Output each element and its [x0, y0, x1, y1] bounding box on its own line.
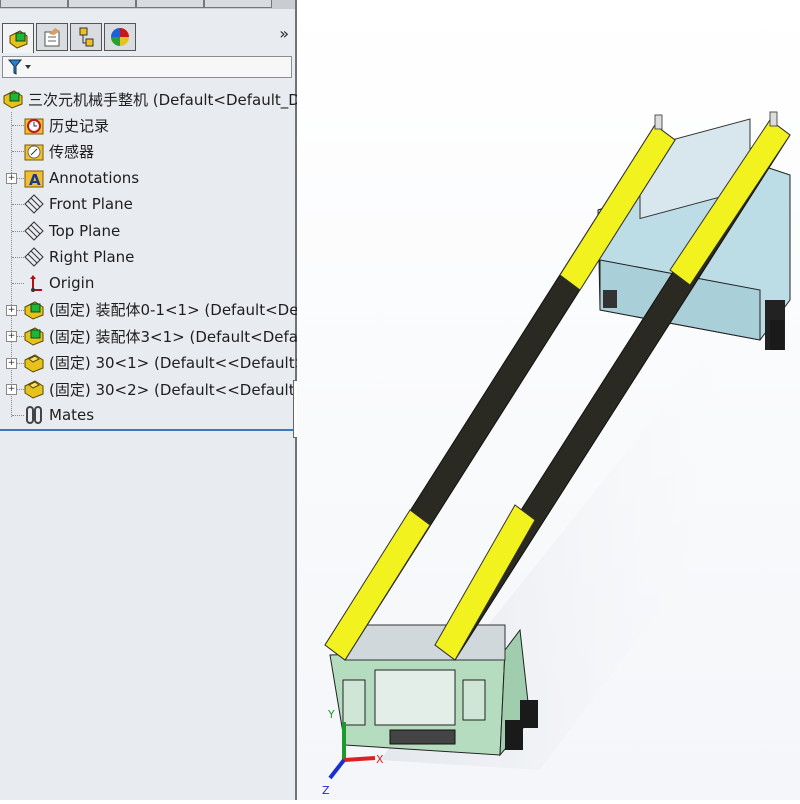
tree-root-label: 三次元机械手整机 (Default<Default_Dis — [28, 90, 312, 109]
tab-property-manager[interactable] — [36, 23, 68, 51]
tab-display-manager[interactable] — [104, 23, 136, 51]
tree-item-label: Right Plane — [49, 248, 135, 266]
graphics-viewport[interactable]: Y X Z — [297, 0, 800, 800]
tree-item[interactable]: 历史记录 — [23, 113, 109, 137]
tree-item-label: (固定) 30<1> (Default<<Default>_ — [49, 354, 315, 373]
z-axis-label: Z — [322, 784, 330, 797]
tree-item[interactable]: (固定) 装配体0-1<1> (Default<Defa — [23, 298, 313, 322]
tree-item[interactable]: Right Plane — [23, 245, 134, 269]
expand-toggle[interactable]: + — [6, 172, 17, 184]
x-axis-label: X — [376, 753, 384, 766]
tab-configuration-manager[interactable] — [70, 23, 102, 51]
tree-item[interactable]: (固定) 装配体3<1> (Default<Defaul — [23, 324, 312, 348]
tree-item[interactable]: Mates — [23, 403, 94, 427]
origin-icon — [23, 272, 45, 294]
plane-icon — [23, 220, 45, 242]
tree-item-label: (固定) 装配体3<1> (Default<Defaul — [49, 327, 312, 346]
top-tab[interactable] — [204, 0, 272, 8]
assembly-icon — [9, 29, 28, 49]
subassembly-icon — [23, 325, 45, 347]
feature-manager-panel: » 三次元机械手整机 (Default<Default_Dis 历史记录传感器 +… — [0, 0, 315, 800]
top-tab[interactable] — [68, 0, 136, 8]
tree-item-label: 传感器 — [49, 142, 95, 161]
part-icon — [23, 378, 45, 400]
svg-text:A: A — [29, 171, 41, 189]
y-axis-label: Y — [327, 708, 335, 721]
configuration-icon — [79, 27, 94, 47]
plane-icon — [23, 193, 45, 215]
tree-item-label: (固定) 30<2> (Default<<Default>_ — [49, 380, 315, 399]
appearance-icon — [111, 28, 129, 46]
expand-toggle[interactable]: + — [6, 304, 17, 316]
mates-icon — [23, 404, 45, 426]
tree-item-label: Origin — [49, 274, 95, 293]
tree-item-label: Front Plane — [49, 195, 133, 214]
top-tab-strip — [0, 0, 295, 9]
tree-item[interactable]: 传感器 — [23, 139, 94, 163]
tree-root[interactable]: 三次元机械手整机 (Default<Default_Dis — [2, 87, 312, 111]
tree-item[interactable]: A Annotations — [23, 166, 139, 190]
funnel-icon[interactable] — [7, 57, 37, 77]
expand-toggle[interactable]: + — [6, 331, 17, 343]
tree-item-label: Annotations — [49, 168, 140, 187]
tree-item[interactable]: (固定) 30<2> (Default<<Default>_ — [23, 377, 315, 401]
tree-separator — [0, 429, 295, 431]
manager-tabs: » — [0, 18, 295, 53]
tree-item[interactable]: (固定) 30<1> (Default<<Default>_ — [23, 351, 315, 375]
assembly-model[interactable]: Y X Z — [297, 0, 800, 800]
top-tab[interactable] — [0, 0, 68, 8]
tree-connector — [11, 112, 12, 417]
tab-feature-manager[interactable] — [2, 23, 34, 53]
top-tab[interactable] — [136, 0, 204, 8]
x-axis-arrow — [343, 756, 376, 762]
history-icon — [23, 114, 45, 136]
tree-item-label: 历史记录 — [49, 116, 110, 135]
subassembly-icon — [23, 299, 45, 321]
property-icon — [44, 28, 60, 47]
expand-toggle[interactable]: + — [6, 384, 17, 395]
tree-item-label: Mates — [49, 406, 95, 425]
tree-item[interactable]: Origin — [23, 271, 94, 295]
sensor-icon — [23, 140, 45, 162]
tree-item-label: Top Plane — [49, 221, 121, 240]
annotations-icon: A — [23, 167, 45, 189]
plane-icon — [23, 246, 45, 268]
z-axis-arrow — [328, 758, 346, 780]
expand-toggle[interactable]: + — [6, 357, 17, 369]
filter-box[interactable] — [2, 56, 292, 78]
tree-item[interactable]: Front Plane — [23, 192, 133, 216]
tree-item-label: (固定) 装配体0-1<1> (Default<Defa — [49, 301, 313, 320]
part-icon — [23, 352, 45, 374]
more-tabs-button[interactable]: » — [279, 24, 289, 43]
tree-item[interactable]: Top Plane — [23, 219, 120, 243]
assembly-icon — [2, 88, 24, 110]
